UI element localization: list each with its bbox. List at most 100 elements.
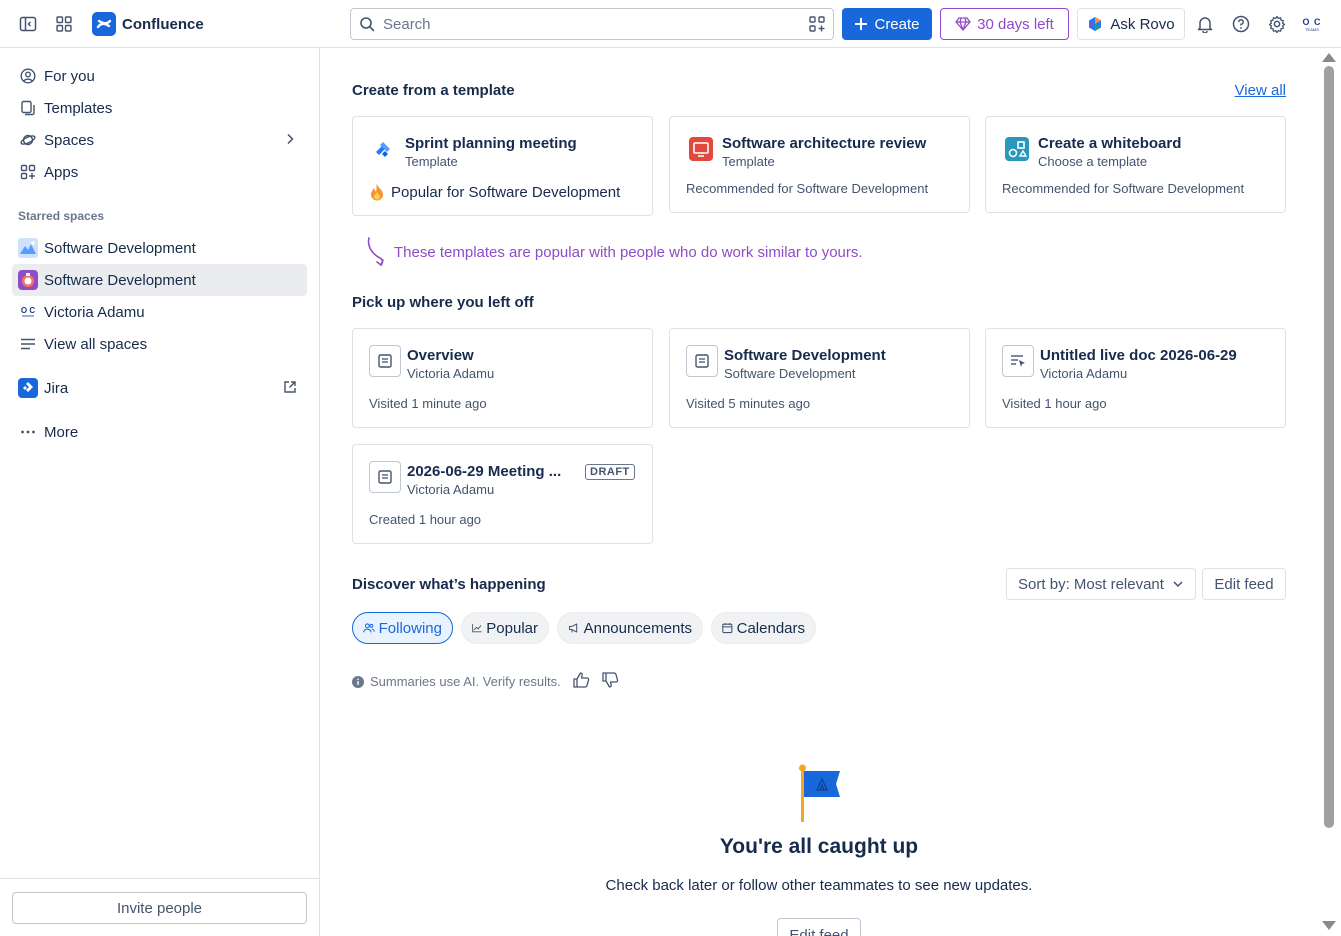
sidebar-view-all-spaces[interactable]: View all spaces xyxy=(12,328,307,360)
templates-hint: These templates are popular with people … xyxy=(364,236,863,268)
tab-following[interactable]: Following xyxy=(352,612,453,644)
architecture-review-icon xyxy=(687,135,715,163)
page-icon xyxy=(369,345,401,377)
megaphone-icon xyxy=(568,623,578,633)
trial-label: 30 days left xyxy=(977,15,1054,33)
settings-gear-icon[interactable] xyxy=(1265,12,1289,36)
templates-section-title: Create from a template xyxy=(352,82,515,99)
sidebar-starred-software-development[interactable]: Software Development xyxy=(12,232,307,264)
confluence-logo[interactable]: Confluence xyxy=(92,12,204,36)
sprint-planning-icon xyxy=(369,135,397,163)
sort-dropdown[interactable]: Sort by: Most relevant xyxy=(1006,568,1196,600)
template-card-title: Software architecture review xyxy=(722,135,927,152)
sidebar-starred-software-development-active[interactable]: Software Development xyxy=(12,264,307,296)
calendar-icon xyxy=(722,623,733,634)
sidebar-starred-victoria-adamu[interactable]: O C Victoria Adamu xyxy=(12,296,307,328)
live-doc-icon xyxy=(1002,345,1034,377)
external-link-icon[interactable] xyxy=(283,380,297,398)
view-all-templates-link[interactable]: View all xyxy=(1235,82,1286,99)
recent-card-subtitle: Victoria Adamu xyxy=(1040,366,1128,381)
info-icon xyxy=(352,675,364,688)
empty-state-subtitle: Check back later or follow other teammat… xyxy=(605,877,1033,894)
top-navigation: Confluence Create 30 days left Ask Rovo … xyxy=(0,0,1341,48)
sidebar-item-label: Apps xyxy=(44,163,79,181)
tab-calendars[interactable]: Calendars xyxy=(711,612,816,644)
help-icon[interactable] xyxy=(1229,12,1253,36)
search-box[interactable] xyxy=(350,8,834,40)
recent-card-live-doc[interactable]: Untitled live doc 2026-06-29 Victoria Ad… xyxy=(985,328,1286,428)
template-card-sprint-planning[interactable]: Sprint planning meeting Template Popular… xyxy=(352,116,653,216)
purple-space-icon xyxy=(18,270,38,290)
apps-icon xyxy=(20,164,36,180)
tab-popular[interactable]: Popular xyxy=(461,612,549,644)
recent-card-footer: Visited 1 hour ago xyxy=(1002,396,1107,411)
search-icon xyxy=(360,17,375,32)
search-filters-icon[interactable] xyxy=(809,16,825,32)
sort-label: Sort by: Most relevant xyxy=(1018,575,1164,593)
tab-announcements[interactable]: Announcements xyxy=(557,612,703,644)
template-card-footer-text: Popular for Software Development xyxy=(391,183,621,201)
discover-section-title: Discover what’s happening xyxy=(352,576,546,593)
scroll-down-arrow-icon[interactable] xyxy=(1322,921,1336,930)
recent-card-title: Untitled live doc 2026-06-29 xyxy=(1040,347,1237,364)
jira-icon xyxy=(18,378,38,398)
avatar-subtext: TEAMS xyxy=(1305,27,1319,32)
recent-card-title: 2026-06-29 Meeting ... xyxy=(407,463,562,480)
sidebar-item-jira[interactable]: Jira xyxy=(12,372,307,404)
templates-hint-text: These templates are popular with people … xyxy=(394,243,863,261)
draft-badge: DRAFT xyxy=(585,464,635,480)
list-icon xyxy=(20,336,36,352)
recent-card-subtitle: Software Development xyxy=(724,366,856,381)
people-icon xyxy=(363,623,375,633)
app-switcher-icon[interactable] xyxy=(52,12,76,36)
more-dots-icon xyxy=(20,424,36,440)
recent-card-title: Software Development xyxy=(724,347,886,364)
template-card-architecture-review[interactable]: Software architecture review Template Re… xyxy=(669,116,970,213)
tab-label: Popular xyxy=(486,619,538,637)
recent-card-meeting-draft[interactable]: 2026-06-29 Meeting ... DRAFT Victoria Ad… xyxy=(352,444,653,544)
fire-icon xyxy=(371,184,383,201)
person-circle-icon xyxy=(20,68,36,84)
sidebar-item-label: Victoria Adamu xyxy=(44,303,145,321)
sidebar-item-label: Templates xyxy=(44,99,113,117)
invite-people-button[interactable]: Invite people xyxy=(12,892,307,924)
template-card-footer: Recommended for Software Development xyxy=(686,181,929,196)
create-button[interactable]: Create xyxy=(842,8,932,40)
template-card-whiteboard[interactable]: Create a whiteboard Choose a template Re… xyxy=(985,116,1286,213)
scrollbar-thumb[interactable] xyxy=(1324,66,1334,828)
user-avatar[interactable]: O C TEAMS xyxy=(1300,13,1324,37)
mountain-space-icon xyxy=(18,238,38,258)
edit-feed-button[interactable]: Edit feed xyxy=(1202,568,1286,600)
ai-disclaimer: Summaries use AI. Verify results. xyxy=(352,672,619,691)
thumbs-down-icon[interactable] xyxy=(602,672,619,691)
avatar-initials: O C xyxy=(1302,17,1322,27)
notifications-icon[interactable] xyxy=(1193,12,1217,36)
sidebar-item-templates[interactable]: Templates xyxy=(12,92,307,124)
sidebar-item-for-you[interactable]: For you xyxy=(12,60,307,92)
chevron-right-icon[interactable] xyxy=(283,132,297,150)
trial-button[interactable]: 30 days left xyxy=(940,8,1069,40)
recent-card-overview[interactable]: Overview Victoria Adamu Visited 1 minute… xyxy=(352,328,653,428)
rovo-icon xyxy=(1089,17,1102,31)
whiteboard-icon xyxy=(1003,135,1031,163)
sidebar-item-label: Jira xyxy=(44,379,69,397)
page-icon xyxy=(686,345,718,377)
sidebar-toggle-icon[interactable] xyxy=(16,12,40,36)
search-input[interactable] xyxy=(383,15,809,33)
recent-card-software-development[interactable]: Software Development Software Developmen… xyxy=(669,328,970,428)
template-card-footer: Recommended for Software Development xyxy=(1002,181,1245,196)
sidebar-item-label: For you xyxy=(44,67,95,85)
empty-state-edit-feed-button[interactable]: Edit feed xyxy=(777,918,861,936)
ask-rovo-button[interactable]: Ask Rovo xyxy=(1077,8,1185,40)
sidebar-item-spaces[interactable]: Spaces xyxy=(12,124,307,156)
recent-section-title: Pick up where you left off xyxy=(352,294,534,311)
thumbs-up-icon[interactable] xyxy=(573,672,590,691)
sidebar-item-apps[interactable]: Apps xyxy=(12,156,307,188)
sidebar-item-more[interactable]: More xyxy=(12,416,307,448)
recent-card-title: Overview xyxy=(407,347,474,364)
scroll-up-arrow-icon[interactable] xyxy=(1322,53,1336,62)
recent-card-footer: Visited 5 minutes ago xyxy=(686,396,811,411)
app-name: Confluence xyxy=(122,15,204,33)
recent-card-subtitle: Victoria Adamu xyxy=(407,482,495,497)
empty-state-title: You're all caught up xyxy=(719,835,919,858)
